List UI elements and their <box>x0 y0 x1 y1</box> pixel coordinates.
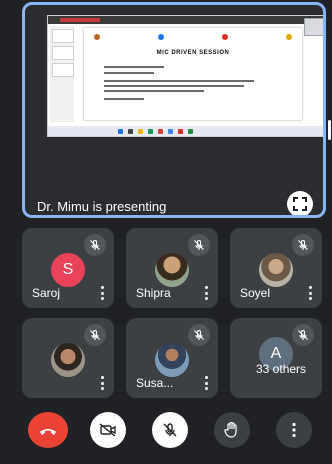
app-title-bar <box>48 16 323 24</box>
slide-thumbnails <box>50 26 74 122</box>
avatar-photo <box>155 343 189 377</box>
avatar-photo <box>51 343 85 377</box>
participant-tile[interactable]: Soyel <box>230 228 322 308</box>
avatar: S <box>51 253 85 287</box>
participant-tile[interactable]: Susa... <box>126 318 218 398</box>
camera-off-icon <box>99 423 116 437</box>
seal-logo <box>286 34 292 40</box>
muted-mic-icon <box>84 324 106 346</box>
slide-title: MIC DRIVEN SESSION <box>156 50 230 56</box>
participant-name: Saroj <box>32 286 61 300</box>
more-options-icon[interactable] <box>204 286 208 300</box>
more-options-icon[interactable] <box>308 286 312 300</box>
presenter-self-view <box>304 18 323 36</box>
more-options-icon[interactable] <box>100 376 104 390</box>
presentation-tile[interactable]: MIC DRIVEN SESSION Dr. Mimu is presentin… <box>22 2 326 218</box>
raise-hand-icon <box>224 421 237 438</box>
muted-mic-icon <box>292 324 314 346</box>
fullscreen-button[interactable] <box>287 191 313 215</box>
raise-hand-button[interactable] <box>214 412 250 448</box>
ministry-logo <box>94 34 100 40</box>
more-options-button[interactable] <box>276 412 312 448</box>
participant-tile[interactable]: S Saroj <box>22 228 114 308</box>
muted-mic-icon <box>292 234 314 256</box>
presenting-label: Dr. Mimu is presenting <box>37 199 167 214</box>
shared-screen: MIC DRIVEN SESSION <box>47 15 323 137</box>
participant-tile[interactable]: Shipra <box>126 228 218 308</box>
fullscreen-icon <box>293 197 307 211</box>
end-call-icon <box>40 429 56 435</box>
participant-tile[interactable] <box>22 318 114 398</box>
iic-logo <box>222 34 228 40</box>
call-controls <box>0 412 332 452</box>
mic-off-icon <box>163 423 177 437</box>
more-options-icon[interactable] <box>204 376 208 390</box>
avatar-photo <box>259 253 293 287</box>
participant-name: Shipra <box>136 286 171 300</box>
muted-mic-icon <box>84 234 106 256</box>
mic-logo <box>158 34 164 40</box>
muted-mic-icon <box>188 324 210 346</box>
scrollbar[interactable] <box>328 30 331 240</box>
slide-logos <box>94 32 292 42</box>
avatar-photo <box>155 253 189 287</box>
participant-name: Susa... <box>136 376 174 390</box>
more-options-icon <box>292 422 296 438</box>
mic-toggle-button[interactable] <box>152 412 188 448</box>
end-call-button[interactable] <box>28 412 68 448</box>
more-options-icon[interactable] <box>100 286 104 300</box>
others-tile[interactable]: A 33 others <box>230 318 322 398</box>
presentation-slide: MIC DRIVEN SESSION <box>84 28 302 120</box>
camera-toggle-button[interactable] <box>90 412 126 448</box>
participant-name: Soyel <box>240 286 271 300</box>
taskbar <box>48 126 323 136</box>
others-count-label: 33 others <box>256 362 307 376</box>
muted-mic-icon <box>188 234 210 256</box>
